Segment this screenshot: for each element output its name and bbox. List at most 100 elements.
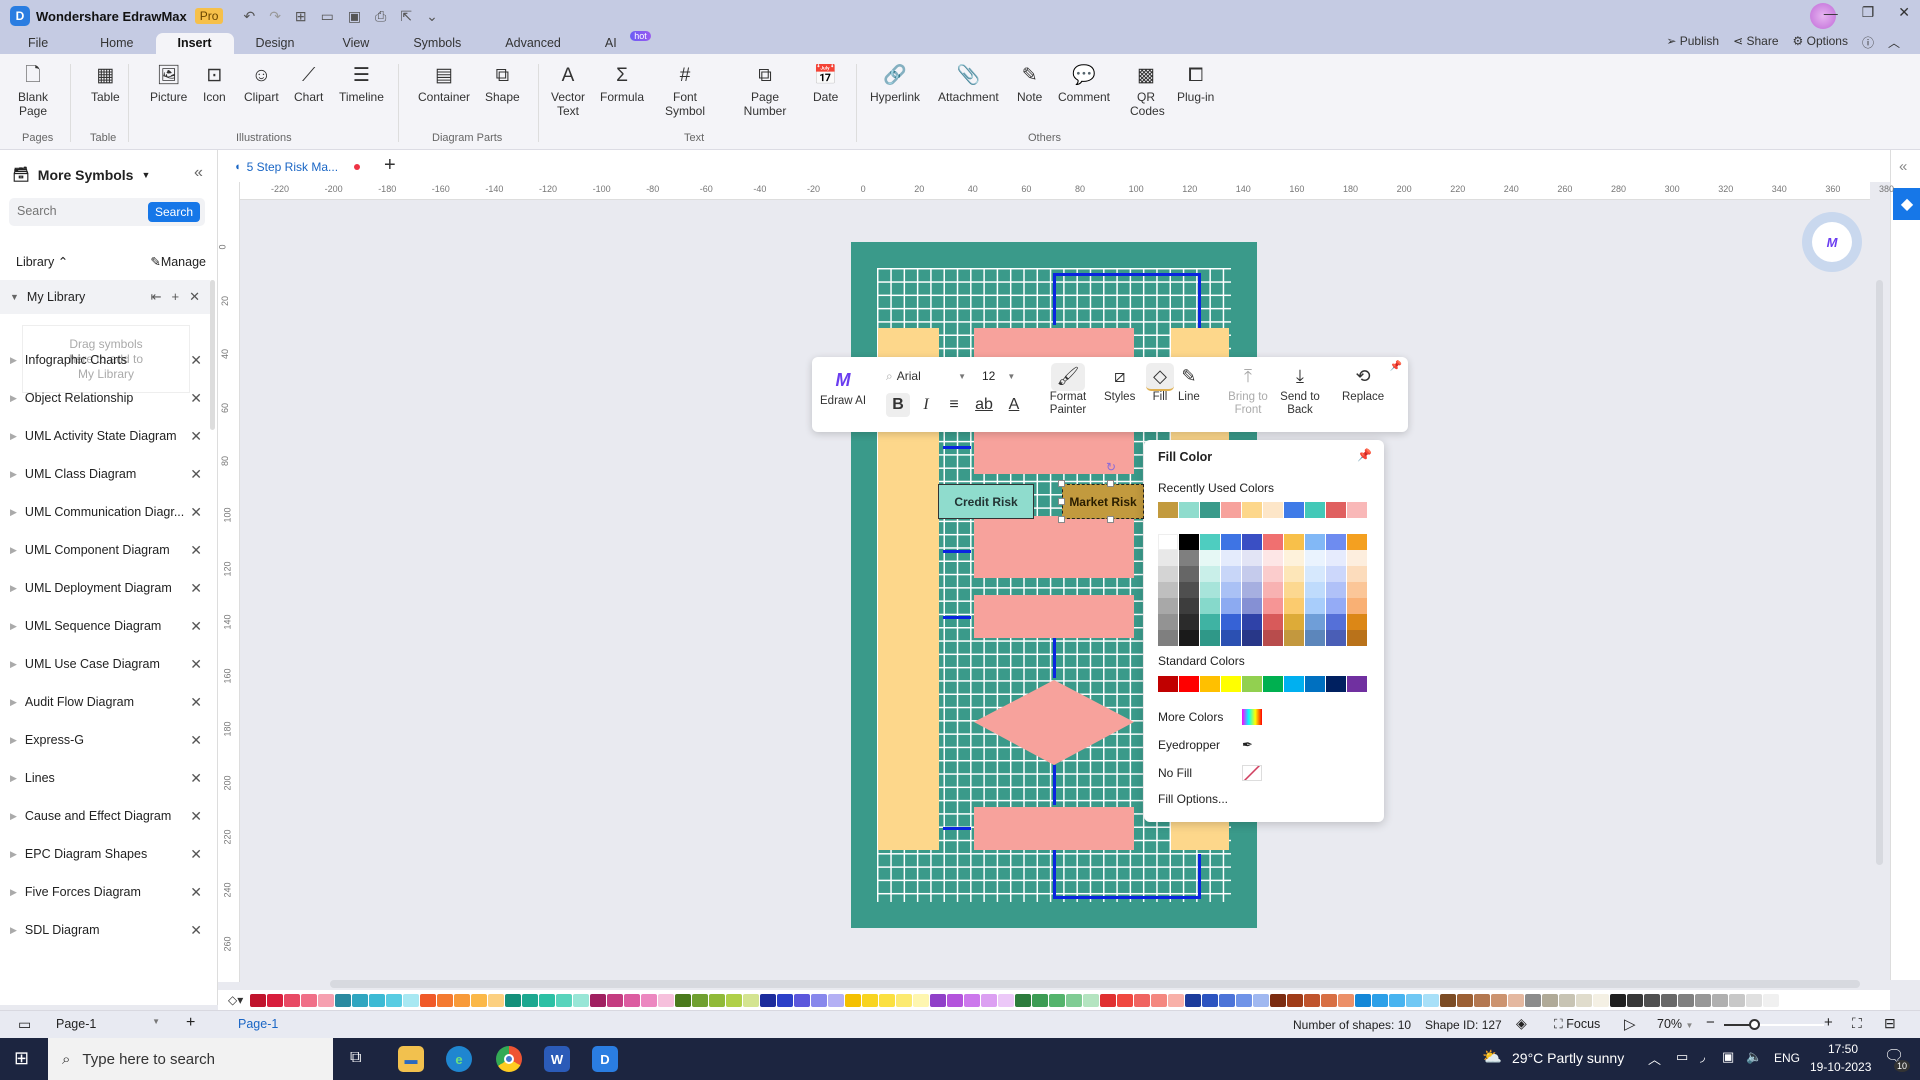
palette-color-swatch[interactable] <box>1729 993 1746 1007</box>
rotate-handle-icon[interactable]: ↻ <box>1106 460 1116 474</box>
chart-button[interactable]: ⟋ Chart <box>294 64 323 104</box>
line-button[interactable]: ✎ Line <box>1178 363 1200 404</box>
print-icon[interactable]: ⎙ <box>375 8 386 25</box>
theme-color-swatch[interactable] <box>1347 630 1367 646</box>
theme-color-swatch[interactable] <box>1179 614 1199 630</box>
standard-color-swatch[interactable] <box>1326 676 1346 692</box>
tab-ai[interactable]: AI hot <box>583 31 653 54</box>
edraw-ai-button[interactable]: M Edraw AI <box>820 367 866 408</box>
theme-color-swatch[interactable] <box>1263 630 1283 646</box>
font-color-icon[interactable]: A <box>1002 393 1026 417</box>
palette-color-swatch[interactable] <box>1542 993 1559 1007</box>
theme-color-swatch[interactable] <box>1221 566 1241 582</box>
italic-icon[interactable]: I <box>914 393 938 417</box>
timeline-button[interactable]: ☰ Timeline <box>339 64 384 104</box>
palette-color-swatch[interactable] <box>794 993 811 1007</box>
close-icon[interactable]: ✕ <box>190 884 202 901</box>
fit-width-icon[interactable]: ⊟ <box>1884 1015 1896 1032</box>
library-item[interactable]: ▶ UML Deployment Diagram ✕ <box>0 573 210 603</box>
theme-color-swatch[interactable] <box>1347 566 1367 582</box>
fit-page-icon[interactable]: ⛶ <box>1852 1015 1862 1032</box>
palette-color-swatch[interactable] <box>1100 993 1117 1007</box>
close-icon[interactable]: ✕ <box>190 770 202 787</box>
tab-file[interactable]: File <box>0 33 70 54</box>
theme-color-swatch[interactable] <box>1158 598 1178 614</box>
library-item[interactable]: ▶ Infographic Charts ✕ <box>0 345 210 375</box>
symbol-search-input[interactable] <box>17 204 137 218</box>
close-icon[interactable]: ✕ <box>190 922 202 939</box>
close-icon[interactable]: ✕ <box>190 732 202 749</box>
market-risk-shape-selected[interactable]: Market Risk <box>1062 484 1144 519</box>
resize-handle[interactable] <box>1107 480 1114 487</box>
zoom-out-button[interactable]: − <box>1706 1014 1715 1031</box>
theme-color-swatch[interactable] <box>1221 534 1241 550</box>
palette-color-swatch[interactable] <box>641 993 658 1007</box>
theme-color-swatch[interactable] <box>1347 550 1367 566</box>
palette-color-swatch[interactable] <box>420 993 437 1007</box>
theme-color-swatch[interactable] <box>1179 534 1199 550</box>
focus-button[interactable]: ⛶ Focus <box>1554 1017 1600 1032</box>
close-icon[interactable]: ✕ <box>190 580 202 597</box>
recent-color-swatch[interactable] <box>1305 502 1325 518</box>
palette-color-swatch[interactable] <box>1746 993 1763 1007</box>
palette-color-swatch[interactable] <box>301 993 318 1007</box>
palette-color-swatch[interactable] <box>1491 993 1508 1007</box>
palette-color-swatch[interactable] <box>1270 993 1287 1007</box>
theme-color-swatch[interactable] <box>1242 582 1262 598</box>
panel-scrollbar[interactable] <box>210 280 215 430</box>
close-icon[interactable]: ✕ <box>190 846 202 863</box>
palette-color-swatch[interactable] <box>1253 993 1270 1007</box>
recent-color-swatch[interactable] <box>1284 502 1304 518</box>
recent-color-swatch[interactable] <box>1326 502 1346 518</box>
palette-color-swatch[interactable] <box>1151 993 1168 1007</box>
add-tab-button[interactable]: + <box>384 154 396 177</box>
library-item[interactable]: ▶ Audit Flow Diagram ✕ <box>0 687 210 717</box>
palette-color-swatch[interactable] <box>1372 993 1389 1007</box>
clipart-button[interactable]: ☺ Clipart <box>244 64 279 104</box>
volume-icon[interactable]: 🔈 <box>1746 1049 1762 1065</box>
add-page-button[interactable]: + <box>186 1014 195 1032</box>
add-icon[interactable]: + <box>172 289 180 305</box>
theme-color-swatch[interactable] <box>1326 566 1346 582</box>
palette-color-swatch[interactable] <box>658 993 675 1007</box>
palette-color-swatch[interactable] <box>1508 993 1525 1007</box>
task-view-icon[interactable]: ⧉ <box>350 1049 361 1067</box>
theme-color-swatch[interactable] <box>1305 566 1325 582</box>
fill-pane-button[interactable]: ◆ <box>1893 188 1920 220</box>
theme-color-swatch[interactable] <box>1158 614 1178 630</box>
standard-color-swatch[interactable] <box>1347 676 1367 692</box>
palette-color-swatch[interactable] <box>1423 993 1440 1007</box>
attachment-button[interactable]: 📎 Attachment <box>938 64 999 104</box>
page-tab[interactable]: Page-1 <box>238 1017 278 1031</box>
theme-color-swatch[interactable] <box>1326 630 1346 646</box>
theme-color-swatch[interactable] <box>1200 614 1220 630</box>
palette-color-swatch[interactable] <box>1763 993 1780 1007</box>
close-icon[interactable]: ✕ <box>189 289 200 305</box>
palette-color-swatch[interactable] <box>386 993 403 1007</box>
theme-color-swatch[interactable] <box>1305 534 1325 550</box>
restore-icon[interactable]: ❐ <box>1862 4 1875 21</box>
palette-color-swatch[interactable] <box>675 993 692 1007</box>
theme-color-swatch[interactable] <box>1221 550 1241 566</box>
page-selector[interactable]: Page-1 ▼ <box>56 1017 160 1031</box>
pin-icon[interactable]: 📌 <box>1357 448 1372 462</box>
theme-color-swatch[interactable] <box>1158 550 1178 566</box>
palette-color-swatch[interactable] <box>1168 993 1185 1007</box>
standard-color-swatch[interactable] <box>1305 676 1325 692</box>
library-item[interactable]: ▶ UML Activity State Diagram ✕ <box>0 421 210 451</box>
standard-color-swatch[interactable] <box>1221 676 1241 692</box>
library-item[interactable]: ▶ Five Forces Diagram ✕ <box>0 877 210 907</box>
my-library-row[interactable]: ▼ My Library ⇤ + ✕ <box>0 280 210 314</box>
palette-color-swatch[interactable] <box>828 993 845 1007</box>
palette-color-swatch[interactable] <box>1287 993 1304 1007</box>
fill-options-item[interactable]: Fill Options... <box>1158 792 1228 806</box>
windows-start-icon[interactable]: ⊞ <box>14 1048 29 1069</box>
library-toggle[interactable]: Library ⌃ <box>16 254 68 269</box>
palette-color-swatch[interactable] <box>471 993 488 1007</box>
blank-page-button[interactable]: 🗋 Blank Page <box>16 64 50 118</box>
tab-insert[interactable]: Insert <box>155 33 234 54</box>
palette-color-swatch[interactable] <box>1678 993 1695 1007</box>
palette-color-swatch[interactable] <box>556 993 573 1007</box>
recent-color-swatch[interactable] <box>1200 502 1220 518</box>
edraw-ai-float-button[interactable]: M <box>1802 212 1862 272</box>
